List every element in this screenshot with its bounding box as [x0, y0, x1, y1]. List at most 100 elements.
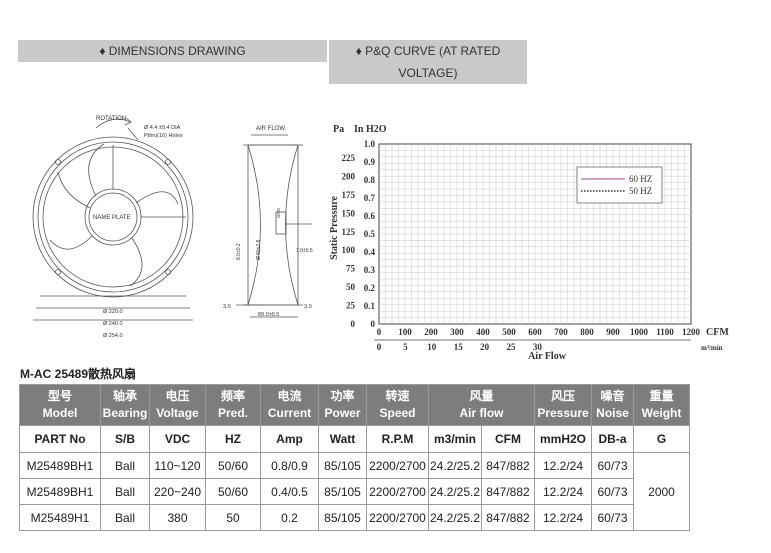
unit-cell: DB-a	[591, 425, 634, 453]
unit-cell: S/B	[100, 425, 150, 453]
legend-60hz-label: 60 HZ	[629, 174, 652, 184]
y-tick-inh2o: 0.7	[364, 193, 376, 203]
rotation-label: ROTATION	[96, 116, 126, 122]
y-tick-pa: 25	[346, 301, 356, 311]
x-tick-m3: 5	[403, 342, 408, 352]
unit-cell: CFM	[481, 425, 535, 453]
table-row: M25489H1 Ball 380 50 0.2 85/105 2200/2700 24.2/…	[19, 504, 690, 531]
y-tick-inh2o: 0.1	[364, 301, 376, 311]
column-header-cn: 转速	[385, 389, 410, 403]
product-subtitle: M-AC 25489散热风扇	[20, 367, 137, 381]
x-tick-m3: 0	[377, 342, 382, 352]
x-unit-m3: m³/min	[701, 344, 723, 352]
y-tick-pa: 200	[342, 171, 356, 181]
column-header-cn: 频率	[220, 389, 245, 403]
table-cell: 50	[205, 504, 261, 531]
table-cell: 24.2/25.2	[428, 504, 482, 531]
table-row: M25489BH1 Ball 110~120 50/60 0.8/0.9 85/105 22…	[19, 452, 690, 531]
unit-cell: Amp	[260, 425, 319, 453]
x-tick-cfm: 300	[450, 327, 464, 337]
table-cell: 2200/2700	[366, 478, 429, 505]
table-cell: 60/73	[591, 504, 634, 531]
table-cell: 110~120	[149, 452, 206, 479]
table-cell: 0.2	[260, 504, 319, 531]
column-header-cn: 电流	[277, 389, 302, 403]
dim-3a: 3.0	[223, 304, 231, 310]
table-cell: 847/882	[481, 504, 535, 531]
column-header: 噪音 Noise	[591, 384, 634, 426]
holes-label-1: Ø 4.4 ±0.4 DIA	[144, 125, 181, 131]
table-row: M25489BH1 Ball 220~240 50/60 0.4/0.5 85/105 22…	[19, 478, 690, 505]
x-tick-cfm: 900	[606, 327, 620, 337]
column-header-en: Current	[267, 406, 312, 420]
gnd-label: GND	[276, 207, 281, 218]
holes-label-2: Pthru(16) Holes	[144, 133, 183, 139]
table-cell: Ball	[100, 504, 150, 531]
table-cell: 0.4/0.5	[260, 478, 319, 505]
y-tick-inh2o: 1.0	[364, 139, 376, 149]
x-tick-cfm: 1000	[630, 327, 649, 337]
table-units-row: PART No S/B VDC HZ Amp Watt R.P.M m3/min CFM mmH2…	[19, 425, 690, 453]
table-cell: 847/882	[481, 478, 535, 505]
tab-pq-label-line2: VOLTAGE)	[398, 66, 458, 80]
x-tick-cfm: 200	[424, 327, 438, 337]
column-header-en: Voltage	[156, 406, 199, 420]
unit-cell: G	[633, 425, 690, 453]
table-cell: 12.2/24	[534, 452, 592, 479]
x-tick-cfm: 1200	[682, 327, 701, 337]
column-header-en: Model	[42, 406, 78, 420]
dim-3b: 3.0	[304, 304, 312, 310]
column-header-en: Pred.	[217, 406, 248, 420]
column-header-cn: 型号	[47, 389, 72, 403]
tab-dimensions-label: ♦ DIMENSIONS DRAWING	[99, 44, 246, 58]
column-header-en: Weight	[641, 406, 682, 420]
table-cell: Ball	[100, 452, 150, 479]
table-cell: 2200/2700	[366, 504, 429, 531]
table-cell: 0.8/0.9	[260, 452, 319, 479]
y-unit-pa: Pa	[333, 124, 344, 135]
column-header-en: Noise	[596, 406, 629, 420]
column-header-cn: 轴承	[112, 389, 137, 403]
dim-d240: Ø 240.0	[103, 321, 123, 327]
y-tick-pa: 100	[342, 245, 356, 255]
y-tick-pa: 175	[342, 190, 356, 200]
column-header-cn: 风量	[469, 389, 494, 403]
y-tick-inh2o: 0.5	[364, 229, 376, 239]
y-axis-label: Static Pressure	[329, 196, 340, 260]
table-cell: 60/73	[591, 478, 634, 505]
y-tick-inh2o: 0.2	[364, 283, 376, 293]
table-cell: Ball	[100, 478, 150, 505]
tab-dimensions-drawing[interactable]: ♦ DIMENSIONS DRAWING	[18, 40, 327, 62]
dim-7: 7.0±0.5	[296, 248, 313, 254]
x-tick-cfm: 800	[580, 327, 594, 337]
y-tick-inh2o: 0.9	[364, 157, 376, 167]
dimensions-drawing: ROTATION Ø 4.4 ±0.4 DIA Pthru(16) Holes …	[32, 116, 313, 339]
table-cell: M25489H1	[19, 504, 101, 531]
y-tick-inh2o: 0.3	[364, 265, 376, 275]
dim-89: 89.0±0.5	[258, 312, 279, 318]
column-header-en: Air flow	[459, 406, 504, 420]
column-header: 重量 Weight	[633, 384, 690, 426]
column-header: 转速 Speed	[366, 384, 429, 426]
unit-cell: mmH2O	[534, 425, 592, 453]
column-header: 型号 Model	[19, 384, 101, 426]
x-tick-cfm: 700	[554, 327, 568, 337]
chart-legend: 60 HZ 50 HZ	[576, 166, 663, 204]
column-header: 轴承 Bearing	[100, 384, 150, 426]
y-unit-inh2o: In H2O	[354, 124, 387, 135]
y-tick-inh2o: 0.6	[364, 211, 376, 221]
unit-cell: HZ	[205, 425, 261, 453]
tab-pq-label-line1: ♦ P&Q CURVE (AT RATED	[355, 44, 501, 58]
unit-cell: VDC	[149, 425, 206, 453]
y-tick-pa: 225	[342, 153, 356, 163]
column-header-en: Speed	[379, 406, 416, 420]
column-header: 风量 Air flow	[428, 384, 535, 426]
y-tick-inh2o: 0	[371, 319, 376, 329]
x-tick-cfm: 400	[476, 327, 490, 337]
tab-pq-curve[interactable]: ♦ P&Q CURVE (AT RATED VOLTAGE)	[329, 40, 527, 84]
x-tick-cfm: 500	[502, 327, 516, 337]
table-cell: 2200/2700	[366, 452, 429, 479]
table-cell: 847/882	[481, 452, 535, 479]
x-tick-cfm: 600	[528, 327, 542, 337]
table-cell: 220~240	[149, 478, 206, 505]
